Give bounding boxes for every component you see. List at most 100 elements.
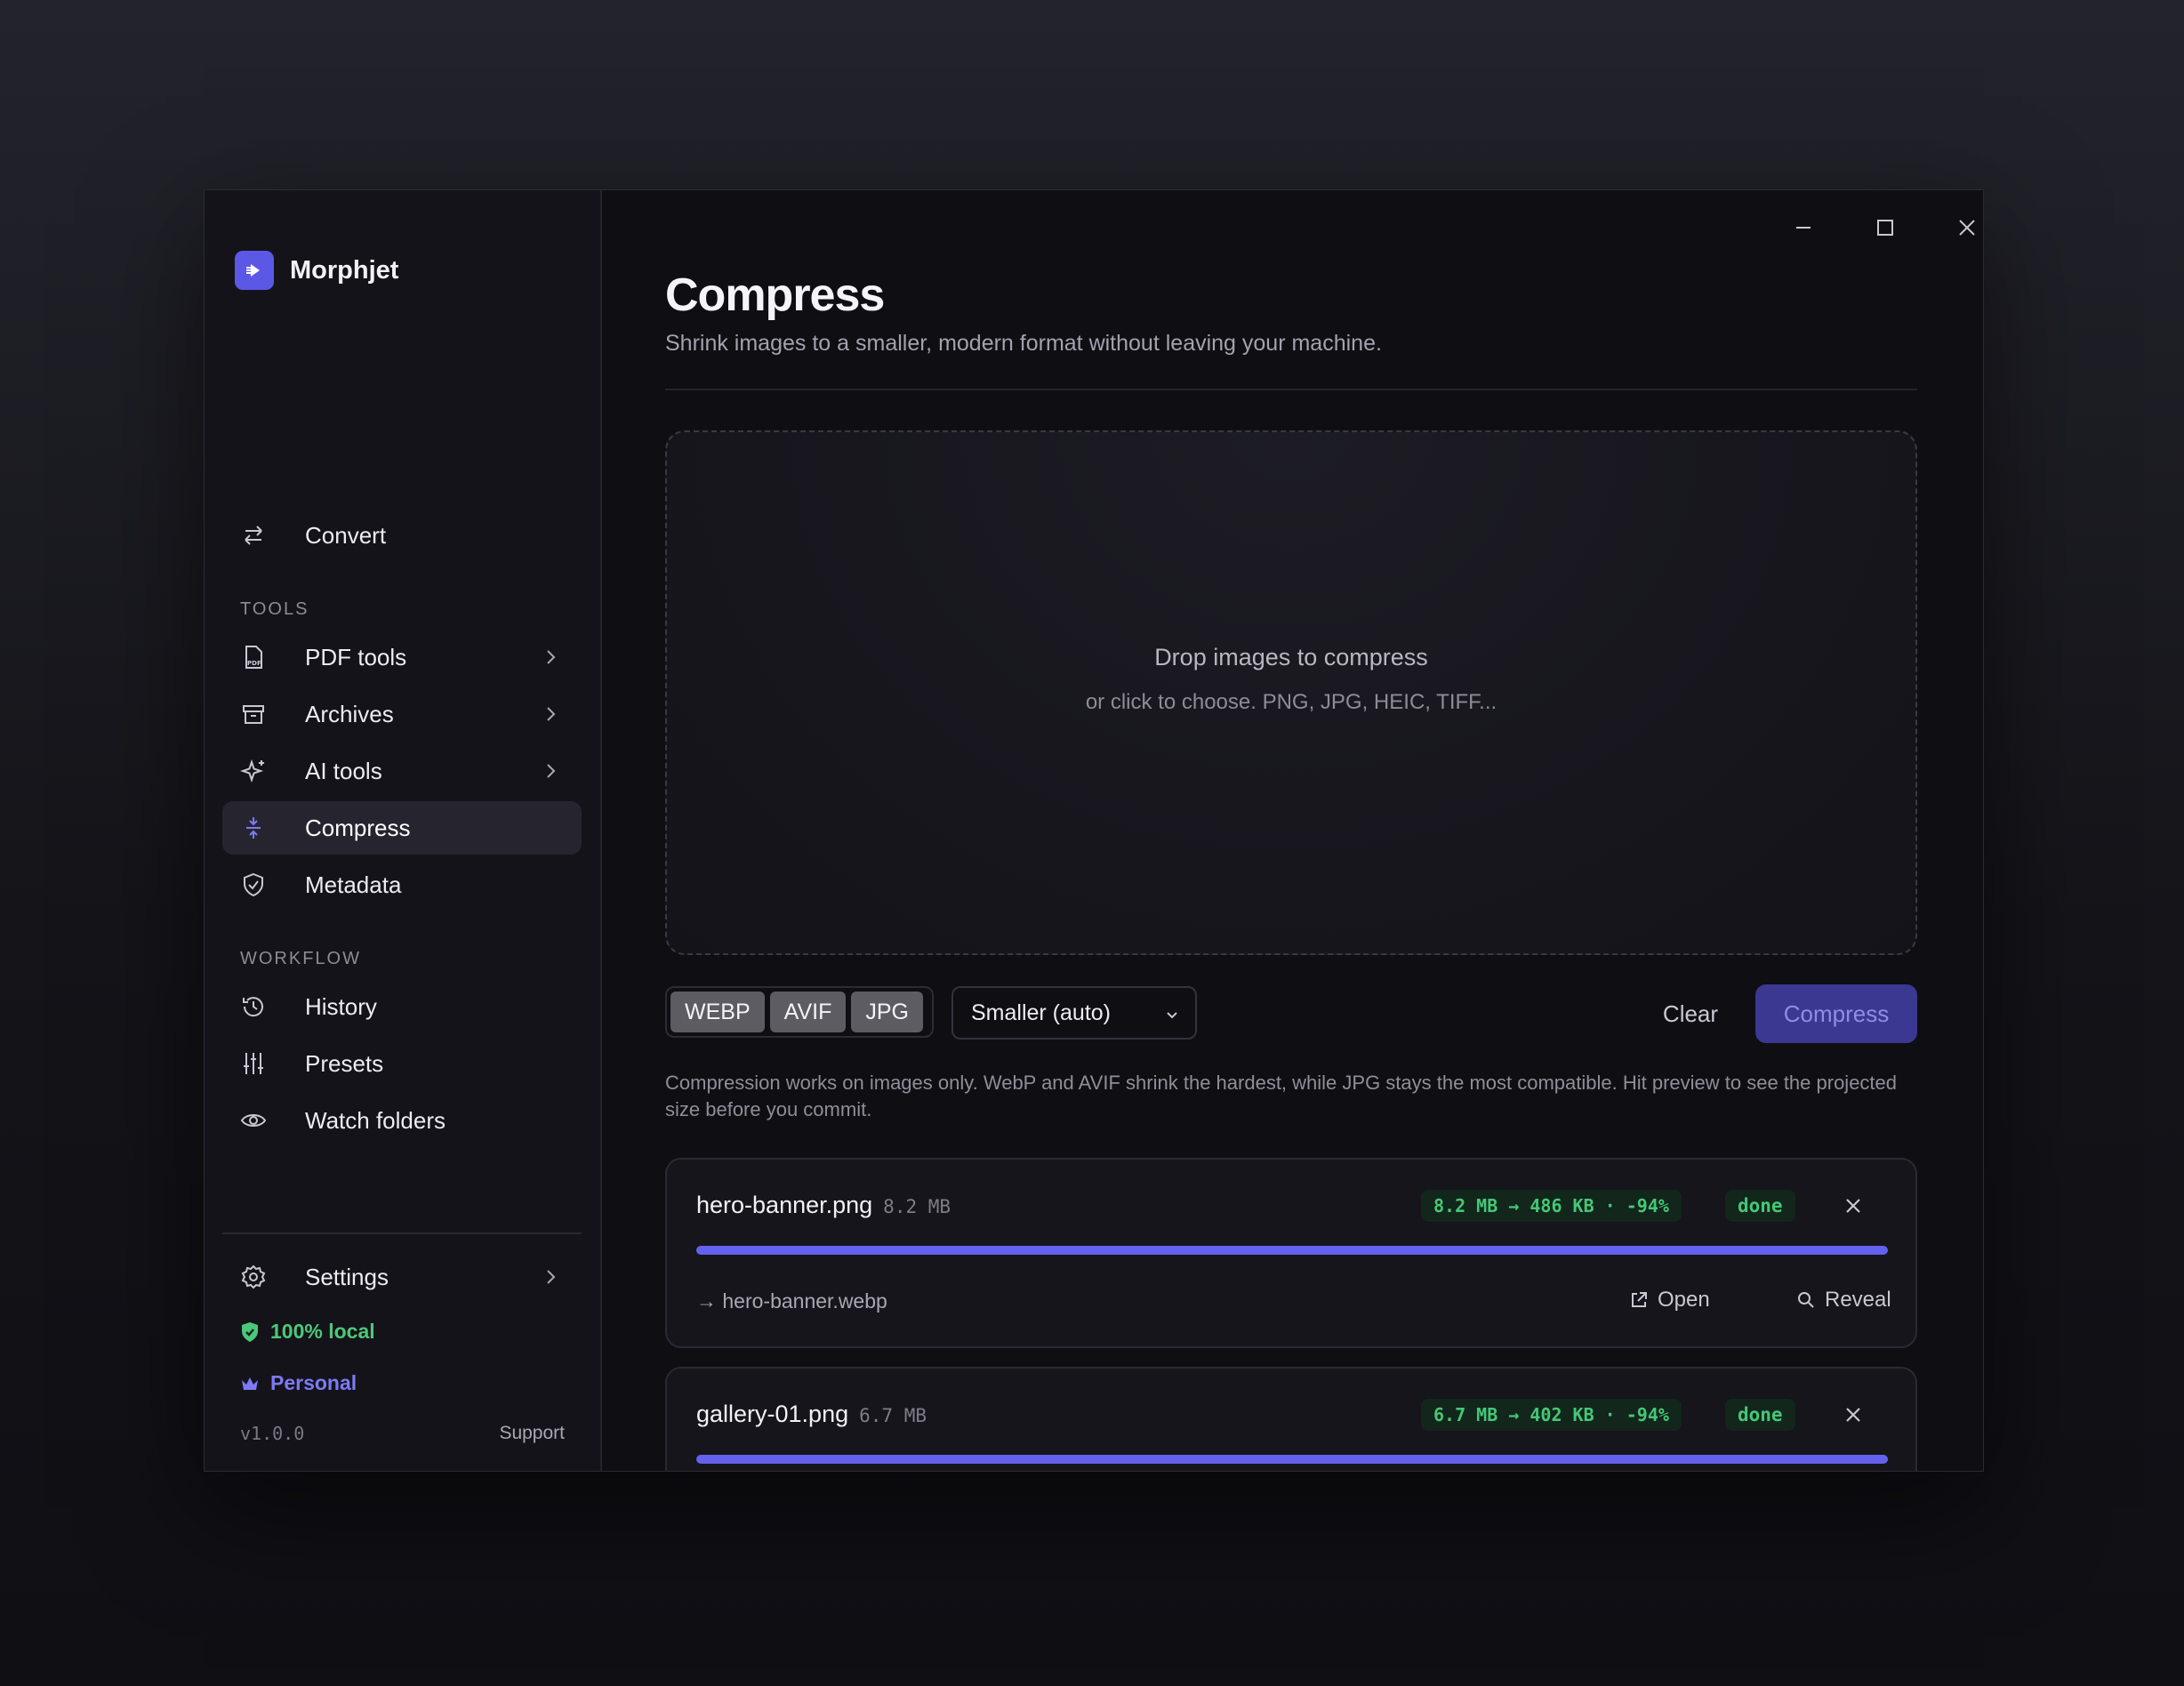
maximize-button[interactable] [1866,208,1905,247]
sidebar-item-pdf-tools[interactable]: PDF PDF tools [222,630,582,684]
progress-bar-fill [696,1246,1888,1255]
close-icon [1959,220,1975,236]
file-card: hero-banner.png 8.2 MB 8.2 MB → 486 KB · … [665,1158,1917,1348]
sidebar-divider [222,1232,582,1234]
minimize-icon [1796,227,1811,229]
format-webp[interactable]: WEBP [670,992,765,1032]
sidebar-item-label: History [305,992,377,1020]
compress-icon [246,817,261,839]
sidebar: Morphjet Convert TOOLS PDF PDF tools Arc… [205,190,602,1471]
page-subtitle: Shrink images to a smaller, modern forma… [665,331,1382,356]
sidebar-item-compress[interactable]: Compress [222,801,582,855]
file-size: 8.2 MB [883,1196,951,1217]
remove-file-button[interactable] [1837,1399,1869,1431]
sidebar-item-label: AI tools [305,757,382,784]
file-size: 6.7 MB [859,1405,927,1426]
format-jpg[interactable]: JPG [851,992,923,1032]
reveal-button[interactable]: Reveal [1796,1288,1891,1313]
sidebar-item-label: Compress [305,814,411,841]
sidebar-item-presets[interactable]: Presets [222,1037,582,1090]
info-text: Compression works on images only. WebP a… [665,1072,1898,1120]
sidebar-item-label: Settings [305,1263,389,1290]
sidebar-item-archives[interactable]: Archives [222,687,582,741]
file-card: gallery-01.png 6.7 MB 6.7 MB → 402 KB · -… [665,1367,1917,1471]
clear-button[interactable]: Clear [1642,986,1739,1041]
shield-check-icon [242,1321,258,1342]
search-icon [1798,1292,1814,1308]
archive-icon [243,705,264,724]
progress-bar [696,1246,1888,1255]
app-window: Morphjet Convert TOOLS PDF PDF tools Arc… [204,189,1984,1472]
gear-icon [241,1264,266,1289]
external-link-icon [1632,1292,1647,1307]
logo-icon [235,251,274,290]
plan-label: Personal [270,1371,357,1394]
compress-button[interactable]: Compress [1755,984,1917,1043]
local-badge: 100% local [240,1320,375,1344]
brand: Morphjet [235,251,398,290]
header-divider [665,389,1917,390]
sidebar-item-label: PDF tools [305,643,407,670]
format-avif[interactable]: AVIF [769,992,847,1032]
file-name: hero-banner.png [696,1192,873,1218]
sidebar-item-label: Presets [305,1049,384,1077]
version-label: v1.0.0 [240,1423,305,1444]
drop-zone-title: Drop images to compress [1154,644,1428,670]
open-button[interactable]: Open [1629,1288,1710,1313]
chevron-right-icon [547,764,556,778]
sidebar-item-convert[interactable]: Convert [222,509,582,562]
chevron-right-icon [547,707,556,721]
open-button-label: Open [1658,1288,1710,1312]
chevron-down-icon [1167,1012,1177,1019]
svg-text:PDF: PDF [247,660,261,667]
minimize-button[interactable] [1784,208,1823,247]
file-name-row: gallery-01.png 6.7 MB [696,1401,927,1428]
output-file: → hero-banner.webp [696,1289,887,1313]
eye-icon [240,1114,267,1127]
close-icon [1846,1199,1860,1213]
sliders-icon [244,1053,263,1074]
section-workflow: WORKFLOW [240,949,361,968]
support-link[interactable]: Support [499,1423,565,1444]
reveal-button-label: Reveal [1825,1288,1891,1312]
section-tools: TOOLS [240,599,309,619]
sidebar-item-settings[interactable]: Settings [222,1250,582,1304]
compression-stat: 8.2 MB → 486 KB · -94% [1421,1190,1682,1222]
plan-badge[interactable]: Personal [240,1371,357,1395]
sidebar-item-watch-folders[interactable]: Watch folders [222,1094,582,1147]
file-name-row: hero-banner.png 8.2 MB [696,1192,951,1219]
file-name: gallery-01.png [696,1401,849,1427]
chevron-right-icon [547,1270,556,1284]
local-badge-label: 100% local [270,1320,375,1343]
shield-icon [244,872,263,897]
drop-zone-hint: or click to choose. PNG, JPG, HEIC, TIFF… [1085,690,1497,714]
close-icon [1846,1408,1860,1422]
app-name: Morphjet [290,255,399,285]
sidebar-item-ai-tools[interactable]: AI tools [222,744,582,798]
close-window-button[interactable] [1947,208,1983,247]
progress-bar [696,1455,1888,1464]
format-selector: WEBP AVIF JPG [665,986,934,1038]
sidebar-item-label: Archives [305,700,394,727]
sidebar-item-label: Metadata [305,871,402,898]
maximize-icon [1877,220,1893,236]
status-badge: done [1725,1190,1795,1222]
chevron-right-icon [547,650,556,664]
sidebar-item-label: Watch folders [305,1106,446,1134]
swap-arrows-icon [245,526,262,545]
quality-select[interactable]: Smaller (auto) [951,986,1197,1040]
status-badge: done [1725,1399,1795,1431]
quality-select-value: Smaller (auto) [971,1000,1111,1025]
crown-icon [242,1377,258,1390]
pdf-icon: PDF [245,646,262,669]
progress-bar-fill [696,1455,1888,1464]
history-icon [243,997,263,1017]
compression-stat: 6.7 MB → 402 KB · -94% [1421,1399,1682,1431]
page-title: Compress [665,269,885,321]
sparkles-icon [240,759,264,783]
remove-file-button[interactable] [1837,1190,1869,1222]
sidebar-item-metadata[interactable]: Metadata [222,858,582,911]
sidebar-item-label: Convert [305,521,387,549]
sidebar-item-history[interactable]: History [222,980,582,1033]
drop-zone[interactable]: Drop images to compress or click to choo… [665,430,1917,955]
